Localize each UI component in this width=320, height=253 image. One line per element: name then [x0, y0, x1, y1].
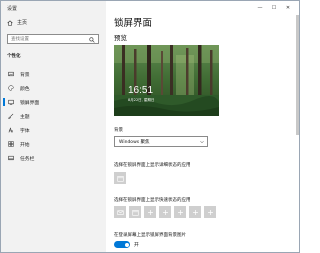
calendar-icon — [116, 175, 124, 182]
sidebar-item-label: 字体 — [20, 128, 30, 134]
sidebar-item-themes[interactable]: 主题 — [1, 109, 106, 123]
sidebar-item-label: 背景 — [20, 72, 30, 78]
sidebar-item-taskbar[interactable]: 任务栏 — [1, 151, 106, 165]
window-title: 设置 — [7, 6, 18, 12]
sidebar-item-label: 颜色 — [20, 86, 30, 92]
font-icon — [8, 127, 13, 133]
preview-time: 16:51 — [128, 85, 154, 96]
sidebar-item-fonts[interactable]: 字体 — [1, 123, 106, 137]
plus-icon — [207, 209, 213, 215]
brush-icon — [8, 113, 14, 119]
close-button[interactable]: ✕ — [281, 4, 295, 12]
toggle-state-label: 开 — [134, 243, 139, 248]
toggle-knob — [124, 242, 129, 247]
signin-background-label: 在登录屏幕上显示锁屏界面背景图片 — [114, 233, 186, 238]
quick-status-add-tile-1[interactable] — [144, 206, 156, 218]
quick-status-label: 选择在锁屏界面上显示快速状态的应用 — [114, 198, 191, 203]
background-dropdown[interactable]: Windows 聚焦 — [114, 136, 208, 147]
quick-status-add-tile-5[interactable] — [204, 206, 216, 218]
preview-date: 8月22日, 星期日 — [128, 98, 155, 102]
calendar-icon — [131, 209, 139, 216]
image-icon — [8, 71, 14, 77]
search-icon[interactable] — [89, 36, 95, 43]
quick-status-calendar-tile[interactable] — [129, 206, 141, 218]
lock-screen-preview: 16:51 8月22日, 星期日 — [114, 45, 219, 116]
sidebar-item-start[interactable]: 开始 — [1, 137, 106, 151]
home-label: 主页 — [17, 20, 28, 26]
sidebar-item-label: 锁屏界面 — [20, 100, 40, 106]
search-input[interactable] — [11, 35, 86, 43]
home-icon — [7, 20, 13, 26]
signin-background-toggle[interactable] — [114, 241, 130, 248]
page-title: 锁屏界面 — [114, 18, 153, 29]
start-icon — [8, 141, 14, 147]
maximize-button[interactable]: ☐ — [267, 4, 281, 12]
sidebar: 设置 主页 个性化 背景 颜色 — [1, 1, 106, 252]
search-box[interactable] — [7, 34, 99, 44]
quick-status-add-tile-2[interactable] — [159, 206, 171, 218]
mail-icon — [116, 209, 124, 215]
lock-screen-icon — [8, 99, 14, 105]
active-indicator — [3, 98, 5, 106]
quick-status-mail-tile[interactable] — [114, 206, 126, 218]
chevron-down-icon — [200, 141, 204, 144]
sidebar-item-label: 开始 — [20, 142, 30, 148]
quick-status-add-tile-3[interactable] — [174, 206, 186, 218]
detail-status-label: 选择在锁屏界面上显示详细状态的应用 — [114, 163, 191, 168]
plus-icon — [147, 209, 153, 215]
sidebar-item-label: 任务栏 — [20, 156, 35, 162]
home-link[interactable]: 主页 — [7, 19, 27, 26]
background-label: 背景 — [114, 128, 123, 133]
main-content: — ☐ ✕ 锁屏界面 预览 16:51 8月22日, 星期日 背景 Window… — [107, 1, 299, 252]
plus-icon — [192, 209, 198, 215]
section-title: 个性化 — [7, 54, 21, 59]
plus-icon — [162, 209, 168, 215]
sidebar-item-label: 主题 — [20, 114, 30, 120]
window-controls: — ☐ ✕ — [253, 4, 295, 12]
background-value: Windows 聚焦 — [119, 139, 150, 145]
minimize-button[interactable]: — — [253, 4, 267, 12]
plus-icon — [177, 209, 183, 215]
sidebar-item-background[interactable]: 背景 — [1, 67, 106, 81]
taskbar-icon — [8, 155, 14, 161]
quick-status-add-tile-4[interactable] — [189, 206, 201, 218]
settings-window: 设置 主页 个性化 背景 颜色 — [0, 0, 300, 253]
palette-icon — [8, 85, 14, 91]
preview-heading: 预览 — [114, 34, 127, 42]
preview-image — [114, 45, 219, 116]
sidebar-item-colors[interactable]: 颜色 — [1, 81, 106, 95]
scrollbar[interactable] — [296, 15, 299, 135]
sidebar-item-lock-screen[interactable]: 锁屏界面 — [1, 95, 106, 109]
detail-status-app-tile[interactable] — [114, 172, 126, 184]
